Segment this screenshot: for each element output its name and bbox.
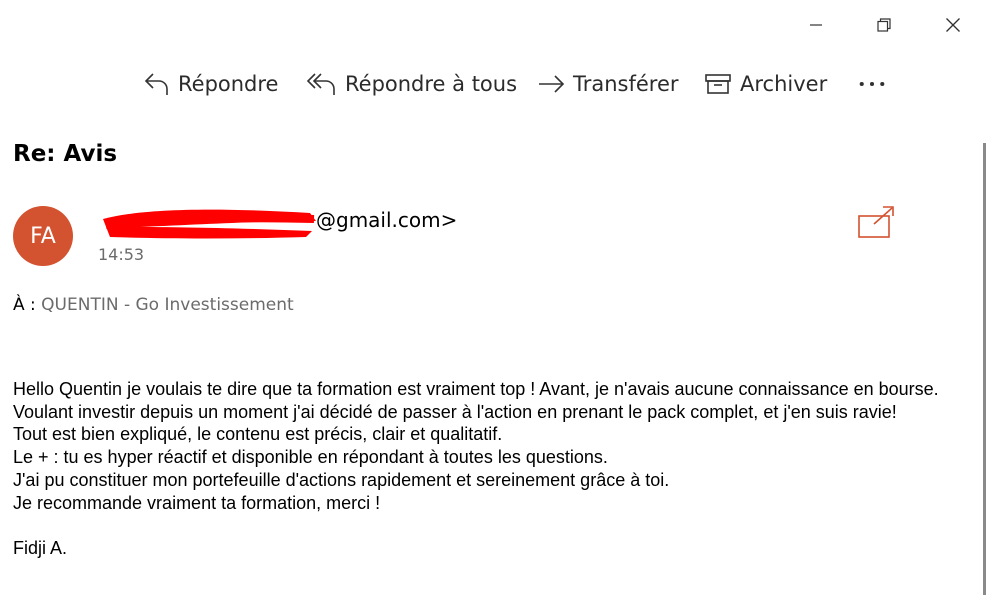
- reply-button[interactable]: Répondre: [143, 66, 278, 102]
- more-actions-button[interactable]: •••: [858, 66, 894, 102]
- close-button[interactable]: [933, 8, 973, 42]
- redaction-scribble: [103, 209, 316, 239]
- email-body: Hello Quentin je voulais te dire que ta …: [13, 378, 953, 560]
- restore-button[interactable]: [864, 8, 904, 42]
- close-icon: [946, 18, 960, 32]
- forward-arrow-icon: [539, 75, 565, 93]
- reply-label: Répondre: [178, 72, 279, 96]
- signature: Fidji A.: [13, 537, 68, 558]
- sender-email-domain: @gmail.com>: [316, 208, 458, 232]
- forward-button[interactable]: Transférer: [537, 66, 679, 102]
- body-line: Je recommande vraiment ta formation, mer…: [13, 492, 381, 513]
- minimize-icon: [810, 24, 822, 26]
- popout-window-icon: [858, 206, 894, 238]
- archive-button[interactable]: Archiver: [704, 66, 827, 102]
- sender-avatar[interactable]: FA: [13, 206, 73, 266]
- body-line: Tout est bien expliqué, le contenu est p…: [13, 424, 503, 445]
- reply-all-icon: [306, 73, 335, 95]
- to-prefix: À :: [13, 295, 36, 315]
- body-line: Le + : tu es hyper réactif et disponible…: [13, 447, 608, 468]
- reply-all-label: Répondre à tous: [345, 72, 518, 96]
- email-subject: Re: Avis: [13, 141, 118, 167]
- archive-box-icon: [705, 74, 731, 94]
- archive-label: Archiver: [740, 72, 828, 96]
- body-line: [13, 514, 953, 537]
- forward-label: Transférer: [573, 72, 679, 96]
- body-line: Hello Quentin je voulais te dire que ta …: [13, 379, 939, 422]
- minimize-button[interactable]: [796, 8, 836, 42]
- open-in-new-window-button[interactable]: [856, 204, 896, 245]
- reply-icon: [144, 73, 168, 95]
- scrollbar[interactable]: [983, 143, 986, 595]
- recipient-line: À : QUENTIN - Go Investissement: [13, 295, 294, 315]
- restore-icon: [877, 18, 891, 32]
- more-dots-icon: [859, 81, 885, 87]
- recipient-name[interactable]: QUENTIN - Go Investissement: [41, 295, 294, 315]
- body-line: J'ai pu constituer mon portefeuille d'ac…: [13, 469, 670, 490]
- sent-time: 14:53: [98, 245, 145, 264]
- reply-all-button[interactable]: Répondre à tous: [306, 66, 517, 102]
